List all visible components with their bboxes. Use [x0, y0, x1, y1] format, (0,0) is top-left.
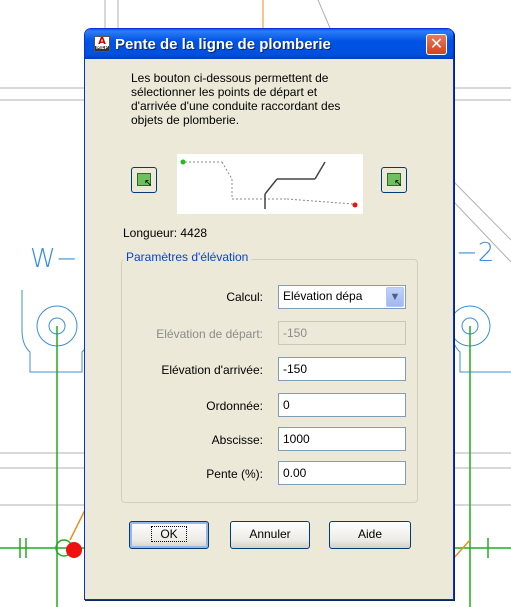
calcul-value: Elévation dépa: [283, 289, 363, 303]
pick-end-point-button[interactable]: ↖: [381, 167, 407, 193]
group-title: Paramètres d'élévation: [123, 250, 252, 264]
title-bar[interactable]: A MEP Pente de la ligne de plomberie ✕: [85, 29, 453, 59]
pick-start-point-button[interactable]: ↖: [131, 167, 157, 193]
close-icon: ✕: [429, 34, 444, 53]
cancel-label: Annuler: [249, 527, 291, 541]
calcul-label: Calcul:: [226, 290, 263, 304]
length-label: Longueur:: [123, 226, 178, 240]
end-elevation-field[interactable]: -150: [278, 357, 406, 381]
calcul-select[interactable]: Elévation dépa ▼: [278, 285, 406, 309]
app-icon: A MEP: [94, 36, 110, 52]
length-value: 4428: [180, 226, 208, 240]
ok-button[interactable]: OK: [129, 521, 209, 549]
ordinate-field[interactable]: 0: [278, 393, 406, 417]
pipe-preview-image: [177, 154, 363, 214]
help-label: Aide: [357, 527, 383, 541]
cancel-button[interactable]: Annuler: [230, 521, 310, 549]
abscissa-label: Abscisse:: [211, 433, 263, 447]
slope-label: Pente (%):: [206, 467, 263, 481]
slope-field[interactable]: 0.00: [278, 461, 406, 485]
end-elevation-label: Elévation d'arrivée:: [161, 363, 263, 377]
dialog-title: Pente de la ligne de plomberie: [115, 36, 331, 53]
ordinate-label: Ordonnée:: [206, 399, 263, 413]
ok-label: OK: [151, 526, 187, 542]
cad-label-left: W−: [30, 244, 78, 274]
chevron-down-icon[interactable]: ▼: [386, 287, 404, 307]
description-text: Les bouton ci-dessous permettent de séle…: [131, 71, 341, 127]
cad-label-right: −2: [456, 238, 495, 268]
close-button[interactable]: ✕: [426, 34, 447, 55]
abscissa-field[interactable]: 1000: [278, 427, 406, 451]
start-elevation-label: Elévation de départ:: [156, 327, 263, 341]
slope-dialog: A MEP Pente de la ligne de plomberie ✕ L…: [84, 28, 454, 600]
length-readout: Longueur: 4428: [123, 226, 207, 240]
help-button[interactable]: Aide: [329, 521, 411, 549]
start-elevation-field: -150: [278, 321, 406, 345]
